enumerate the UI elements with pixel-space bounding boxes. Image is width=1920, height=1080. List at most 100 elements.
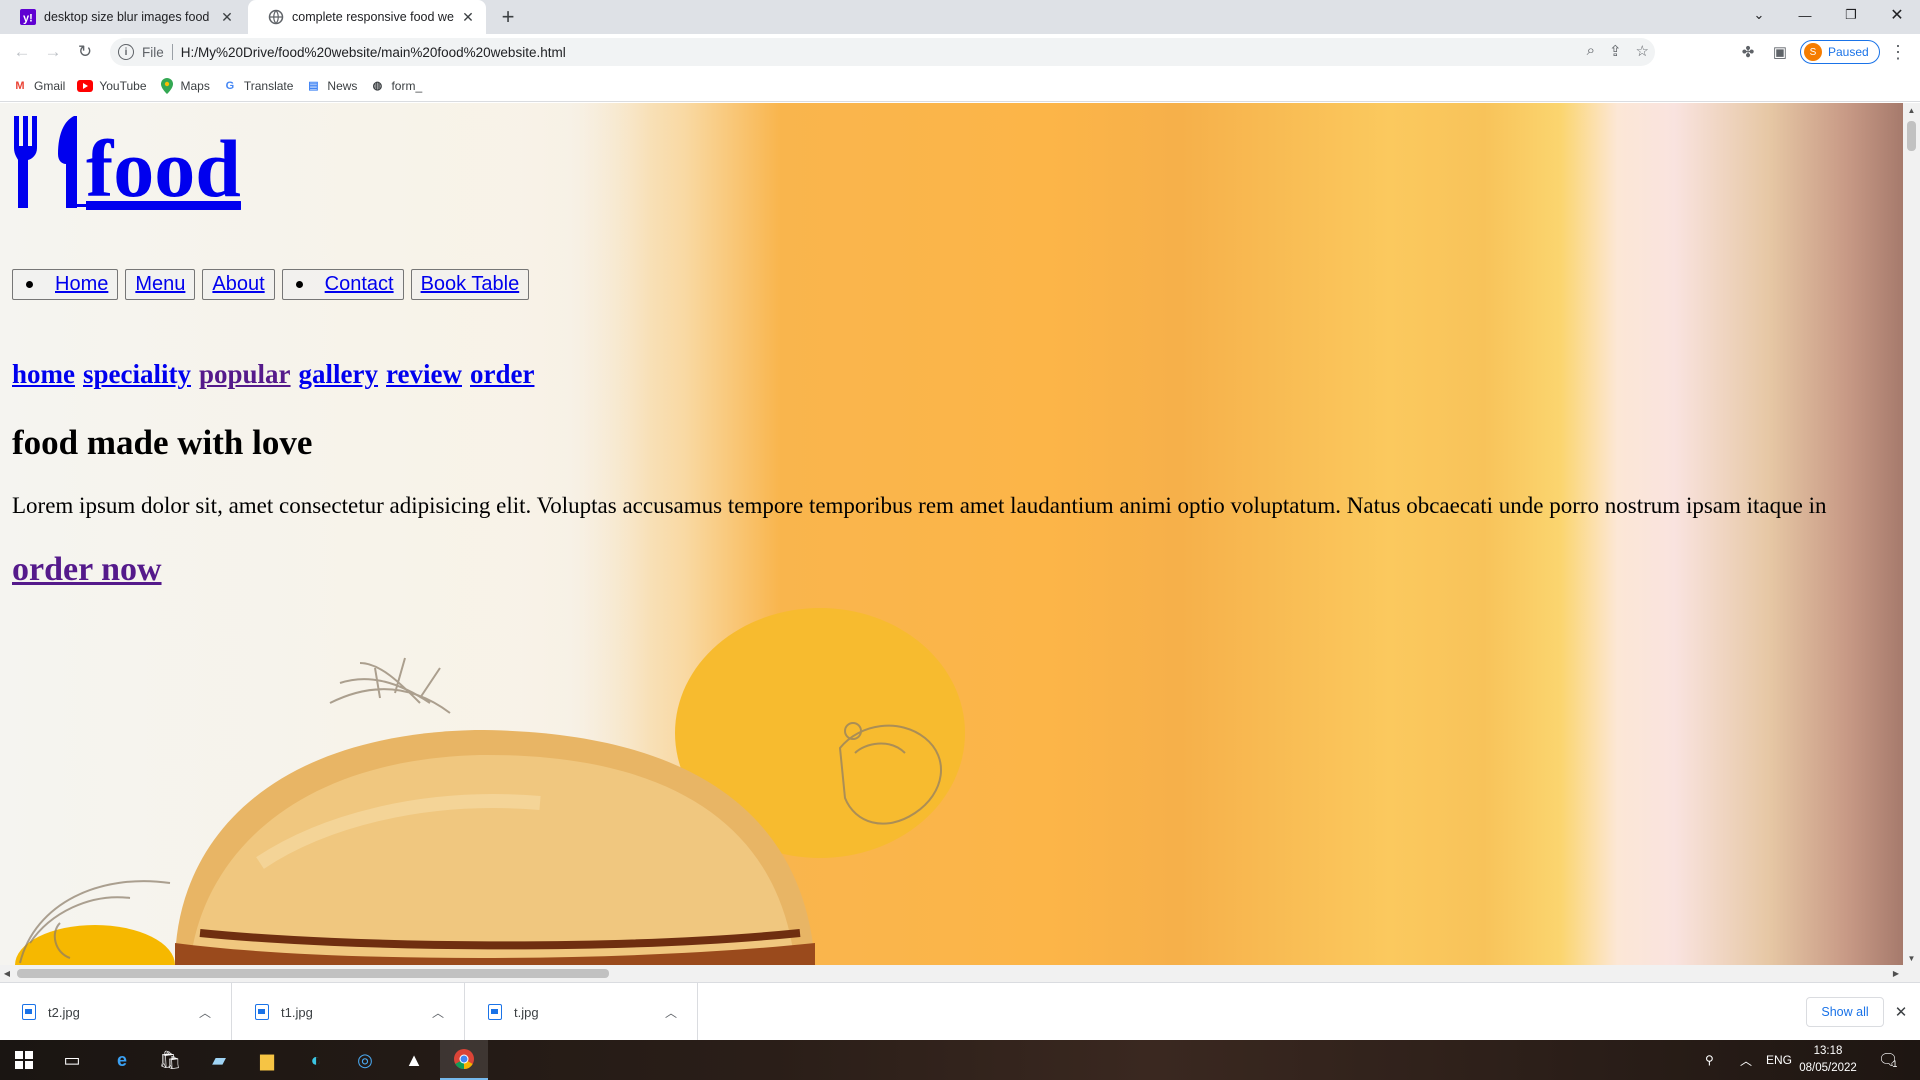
- bookmark-label: Gmail: [34, 78, 66, 93]
- tab-title: complete responsive food websit: [292, 10, 454, 24]
- scroll-left-icon[interactable]: ◀: [0, 965, 14, 982]
- tab-active[interactable]: complete responsive food websit ✕: [248, 0, 486, 34]
- reload-icon[interactable]: ↻: [73, 40, 97, 64]
- burger-image: [15, 608, 965, 965]
- page-viewport: food Home Menu About Contact Book Table …: [0, 103, 1903, 965]
- download-filename: t.jpg: [514, 1004, 539, 1020]
- clock-date: 08/05/2022: [1799, 1062, 1857, 1074]
- nav-label: Book Table: [420, 273, 520, 295]
- back-icon[interactable]: ←: [10, 40, 34, 64]
- nav-label: Menu: [135, 273, 186, 295]
- nav-menu-button[interactable]: Menu: [125, 269, 196, 300]
- minimize-icon[interactable]: —: [1782, 0, 1828, 30]
- photos-icon[interactable]: ▲: [390, 1040, 438, 1080]
- scroll-right-icon[interactable]: ▶: [1889, 965, 1903, 982]
- clock[interactable]: 13:18 08/05/2022: [1790, 1043, 1866, 1077]
- bullet-icon: [295, 281, 303, 288]
- address-bar[interactable]: i File H:/My%20Drive/food%20website/main…: [110, 38, 1655, 66]
- nav-book-table-button[interactable]: Book Table: [410, 269, 530, 300]
- logo-text: food: [86, 123, 241, 214]
- notification-icon[interactable]: 🗨 1: [1878, 1040, 1898, 1080]
- hero-heading: food made with love: [12, 423, 313, 462]
- close-tab-icon[interactable]: ✕: [219, 9, 235, 25]
- bullet-icon: [26, 281, 33, 288]
- forward-icon[interactable]: →: [41, 40, 65, 64]
- tab-search-icon[interactable]: ⌄: [1736, 0, 1782, 30]
- scroll-thumb[interactable]: [17, 969, 609, 978]
- logo-link[interactable]: food: [12, 116, 241, 214]
- vertical-scrollbar[interactable]: ▲ ▼: [1903, 103, 1920, 965]
- link-gallery[interactable]: gallery: [299, 359, 378, 390]
- restore-icon[interactable]: ❐: [1828, 0, 1874, 30]
- store-icon[interactable]: 🛍: [146, 1040, 194, 1080]
- windows-taskbar: ▭ e 🛍 ▰ ▆ ◐ ◎ ▲ ⚲ ︿ ENG 13:18 08/05/2022…: [0, 1040, 1920, 1080]
- close-tab-icon[interactable]: ✕: [460, 9, 476, 25]
- chevron-up-icon[interactable]: ︿: [195, 1004, 215, 1021]
- chevron-up-icon[interactable]: ︿: [661, 1004, 681, 1021]
- side-panel-icon[interactable]: ▣: [1770, 42, 1790, 62]
- close-window-icon[interactable]: ✕: [1874, 0, 1920, 30]
- gmail-icon: M: [15, 79, 25, 92]
- translate-icon: G: [225, 79, 235, 92]
- nav-about-button[interactable]: About: [202, 269, 275, 300]
- show-all-button[interactable]: Show all: [1806, 997, 1884, 1027]
- link-speciality[interactable]: speciality: [83, 359, 191, 390]
- bookmark-youtube[interactable]: YouTube: [77, 78, 147, 94]
- scroll-down-icon[interactable]: ▼: [1903, 951, 1920, 965]
- edge-icon[interactable]: ◐: [292, 1040, 340, 1080]
- edge-legacy-icon[interactable]: e: [98, 1040, 146, 1080]
- people-icon[interactable]: ⚲: [1705, 1040, 1714, 1080]
- new-tab-button[interactable]: +: [497, 4, 519, 29]
- link-review[interactable]: review: [386, 359, 462, 390]
- bookmarks-bar: M Gmail YouTube Maps G Translate ▤ News …: [0, 70, 1920, 102]
- bookmark-form[interactable]: ◍ form_: [369, 78, 423, 94]
- zoom-icon[interactable]: ⌕: [1587, 42, 1595, 60]
- profile-button[interactable]: S Paused: [1800, 40, 1880, 64]
- download-item[interactable]: t2.jpg ︿: [0, 983, 232, 1041]
- chevron-up-icon[interactable]: ︿: [428, 1004, 448, 1021]
- download-filename: t2.jpg: [48, 1004, 80, 1020]
- image-file-icon: [255, 1004, 269, 1020]
- link-order[interactable]: order: [470, 359, 534, 390]
- download-item[interactable]: t.jpg ︿: [466, 983, 698, 1041]
- browser-toolbar: ← → ↻ i File H:/My%20Drive/food%20websit…: [0, 34, 1920, 70]
- link-home[interactable]: home: [12, 359, 75, 390]
- close-shelf-icon[interactable]: ✕: [1892, 1003, 1910, 1021]
- extensions-icon[interactable]: ✤: [1738, 42, 1758, 62]
- scroll-up-icon[interactable]: ▲: [1903, 103, 1920, 117]
- globe-icon: [268, 9, 284, 25]
- windows-start-icon[interactable]: [0, 1040, 48, 1080]
- menu-kebab-icon[interactable]: ⋮: [1888, 42, 1908, 62]
- globe-icon: ◍: [372, 80, 383, 92]
- nav-contact-button[interactable]: Contact: [281, 269, 404, 300]
- bookmark-label: Maps: [180, 78, 210, 93]
- tab-strip: y! desktop size blur images food re ✕ co…: [0, 0, 1920, 34]
- bookmark-news[interactable]: ▤ News: [305, 78, 357, 94]
- bookmark-label: form_: [391, 78, 423, 93]
- bookmark-gmail[interactable]: M Gmail: [12, 78, 65, 94]
- horizontal-scrollbar[interactable]: ◀ ▶: [0, 965, 1920, 982]
- chevron-up-icon[interactable]: ︿: [1740, 1040, 1752, 1080]
- url-text[interactable]: H:/My%20Drive/food%20website/main%20food…: [181, 45, 566, 60]
- file-explorer-icon[interactable]: ▆: [243, 1040, 291, 1080]
- chrome-icon[interactable]: [440, 1040, 488, 1080]
- bookmark-translate[interactable]: G Translate: [222, 78, 294, 94]
- order-now-link[interactable]: order now: [12, 551, 162, 589]
- bookmark-star-icon[interactable]: ☆: [1636, 42, 1649, 60]
- notepad-icon[interactable]: ▰: [195, 1040, 243, 1080]
- image-file-icon: [488, 1004, 502, 1020]
- scroll-thumb[interactable]: [1907, 121, 1916, 151]
- tab-title: desktop size blur images food re: [44, 10, 213, 24]
- news-icon: ▤: [308, 80, 319, 92]
- bookmark-maps[interactable]: Maps: [159, 77, 210, 94]
- nav-home-button[interactable]: Home: [12, 269, 119, 300]
- link-popular[interactable]: popular: [199, 359, 291, 390]
- share-icon[interactable]: ⇪: [1609, 42, 1622, 60]
- download-item[interactable]: t1.jpg ︿: [233, 983, 465, 1041]
- tab-inactive[interactable]: y! desktop size blur images food re ✕: [0, 0, 245, 34]
- info-icon[interactable]: i: [118, 44, 134, 60]
- safari-like-icon[interactable]: ◎: [341, 1040, 389, 1080]
- hero-paragraph: Lorem ipsum dolor sit, amet consectetur …: [12, 493, 1827, 518]
- language-indicator[interactable]: ENG: [1766, 1040, 1792, 1080]
- task-view-icon[interactable]: ▭: [48, 1040, 96, 1080]
